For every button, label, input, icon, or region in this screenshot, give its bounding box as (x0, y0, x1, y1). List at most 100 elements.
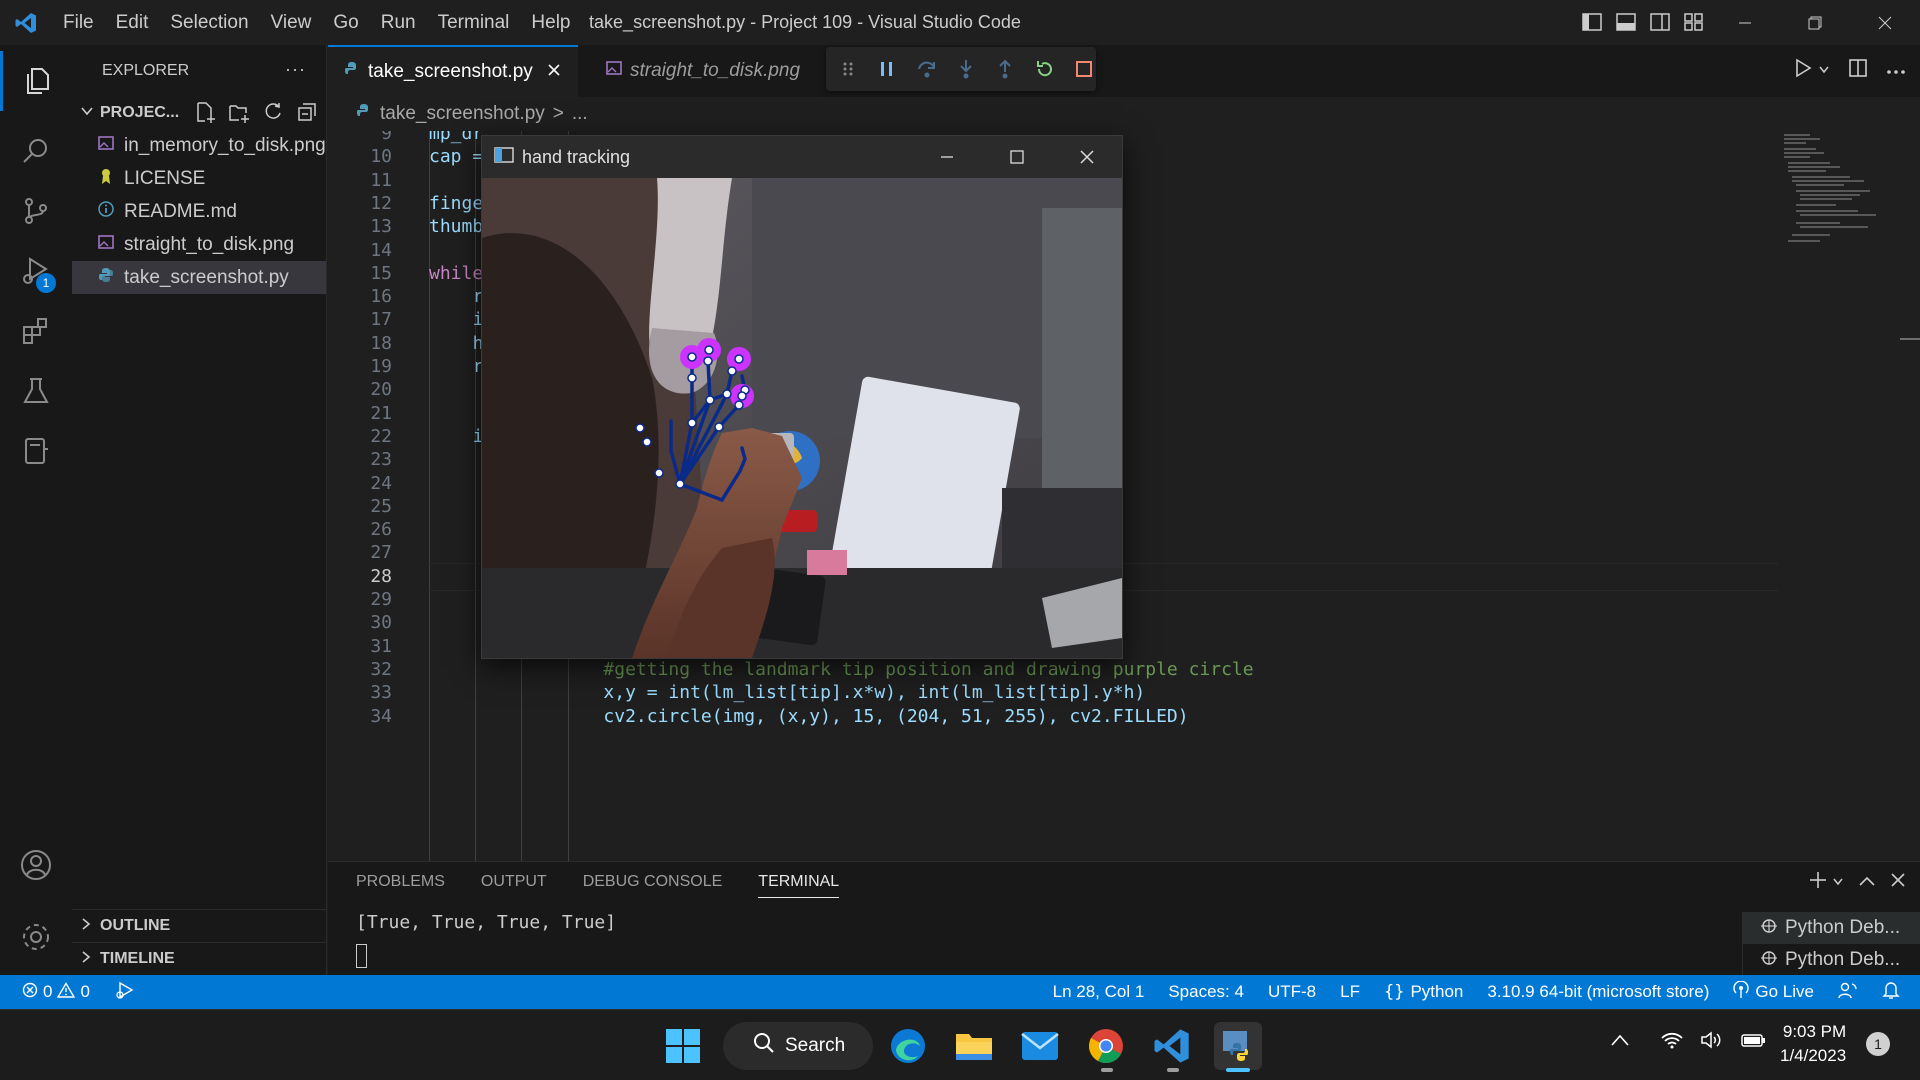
tab-straight-to-disk[interactable]: straight_to_disk.png (590, 45, 818, 97)
cursor-position[interactable]: Ln 28, Col 1 (1053, 982, 1145, 1002)
taskbar-search[interactable]: Search (723, 1022, 873, 1070)
maximize-panel-icon[interactable] (1858, 874, 1876, 892)
chrome-browser-icon[interactable] (1082, 1022, 1130, 1070)
windows-start-icon[interactable] (659, 1022, 707, 1070)
restart-icon[interactable] (1033, 57, 1056, 81)
testing-icon[interactable] (0, 361, 72, 421)
timeline-section[interactable]: TIMELINE (72, 942, 327, 975)
encoding[interactable]: UTF-8 (1268, 982, 1316, 1002)
menu-view[interactable]: View (260, 0, 323, 45)
tab-output[interactable]: OUTPUT (481, 867, 547, 897)
file-label: in_memory_to_disk.png (124, 134, 326, 156)
close-panel-icon[interactable] (1890, 872, 1906, 893)
drag-handle-icon[interactable] (836, 57, 859, 81)
maximize-icon[interactable] (982, 136, 1052, 178)
close-icon[interactable] (1850, 0, 1920, 45)
tab-take-screenshot[interactable]: take_screenshot.py (328, 45, 578, 97)
terminal-output[interactable]: [True, True, True, True] (356, 912, 616, 933)
tab-terminal[interactable]: TERMINAL (758, 867, 840, 898)
file-item[interactable]: straight_to_disk.png (72, 228, 326, 261)
outline-section[interactable]: OUTLINE (72, 909, 327, 942)
minimize-icon[interactable] (1710, 0, 1780, 45)
vscode-taskbar-icon[interactable] (1148, 1022, 1196, 1070)
collapse-all-icon[interactable] (296, 101, 318, 128)
minimap[interactable] (1780, 131, 1900, 271)
stop-icon[interactable] (1073, 57, 1096, 81)
python-interpreter[interactable]: 3.10.9 64-bit (microsoft store) (1487, 982, 1709, 1002)
breadcrumb-symbol[interactable]: ... (572, 103, 588, 125)
feedback-icon[interactable] (1838, 981, 1858, 1004)
file-explorer-icon[interactable] (950, 1022, 998, 1070)
breadcrumb-file[interactable]: take_screenshot.py (380, 103, 545, 125)
new-folder-icon[interactable] (228, 101, 250, 128)
menu-terminal[interactable]: Terminal (427, 0, 521, 45)
end-of-line[interactable]: LF (1340, 982, 1360, 1002)
running-indicator (1101, 1068, 1113, 1072)
language-mode[interactable]: {} Python (1384, 982, 1463, 1002)
tab-close-icon[interactable] (547, 61, 561, 83)
chevron-down-icon[interactable] (1832, 874, 1844, 892)
menu-run[interactable]: Run (370, 0, 427, 45)
new-file-icon[interactable] (194, 101, 216, 128)
menu-help[interactable]: Help (520, 0, 581, 45)
explorer-icon[interactable] (0, 51, 72, 111)
python-app-icon[interactable] (1214, 1022, 1262, 1070)
volume-icon[interactable] (1700, 1030, 1724, 1055)
menu-file[interactable]: File (52, 0, 105, 45)
pause-icon[interactable] (875, 57, 898, 81)
terminal-instance[interactable]: Python Deb... (1743, 912, 1920, 944)
debug-toolbar (826, 47, 1096, 91)
toggle-secondary-sidebar-icon[interactable] (1648, 10, 1672, 34)
terminal-instance[interactable]: Python Deb... (1743, 944, 1920, 976)
debug-status-icon[interactable] (114, 981, 136, 1004)
mail-icon[interactable] (1016, 1022, 1064, 1070)
step-into-icon[interactable] (954, 57, 977, 81)
customize-layout-icon[interactable] (1682, 10, 1706, 34)
refresh-icon[interactable] (262, 101, 284, 128)
menu-go[interactable]: Go (322, 0, 369, 45)
minimize-icon[interactable] (912, 136, 982, 178)
indentation[interactable]: Spaces: 4 (1168, 982, 1244, 1002)
restore-icon[interactable] (1780, 0, 1850, 45)
split-editor-icon[interactable] (1848, 58, 1868, 83)
problems-status[interactable]: 0 0 (22, 981, 90, 1003)
run-icon[interactable] (1794, 58, 1812, 83)
file-item[interactable]: LICENSE (72, 162, 326, 195)
accounts-icon[interactable] (0, 835, 72, 895)
search-icon[interactable] (0, 121, 72, 181)
file-item[interactable]: README.md (72, 195, 326, 228)
menu-edit[interactable]: Edit (105, 0, 160, 45)
notification-count-badge[interactable]: 1 (1866, 1032, 1890, 1056)
remote-explorer-icon[interactable] (0, 421, 72, 481)
vertical-scrollbar[interactable] (1900, 338, 1920, 340)
toggle-sidebar-icon[interactable] (1580, 10, 1604, 34)
close-icon[interactable] (1052, 136, 1122, 178)
explorer-title: EXPLORER (102, 62, 190, 79)
new-terminal-plus-icon[interactable] (1808, 870, 1828, 895)
tab-problems[interactable]: PROBLEMS (356, 867, 445, 897)
notifications-bell-icon[interactable] (1882, 980, 1900, 1005)
edge-browser-icon[interactable] (884, 1022, 932, 1070)
tab-debug-console[interactable]: DEBUG CONSOLE (583, 867, 723, 897)
step-over-icon[interactable] (915, 57, 938, 81)
go-live-button[interactable]: Go Live (1733, 979, 1814, 1004)
chevron-down-icon[interactable] (1818, 62, 1830, 80)
battery-icon[interactable] (1740, 1032, 1766, 1053)
file-item[interactable]: in_memory_to_disk.png (72, 129, 326, 162)
step-out-icon[interactable] (994, 57, 1017, 81)
run-debug-icon[interactable]: 1 (0, 241, 72, 301)
chevron-up-icon[interactable] (1610, 1033, 1630, 1052)
more-actions-icon[interactable]: ··· (285, 59, 306, 80)
hand-tracking-window[interactable]: hand tracking (481, 135, 1123, 659)
wifi-icon[interactable] (1660, 1030, 1684, 1055)
source-control-icon[interactable] (0, 181, 72, 241)
file-item-selected[interactable]: take_screenshot.py (72, 261, 326, 294)
menu-selection[interactable]: Selection (159, 0, 259, 45)
toggle-panel-icon[interactable] (1614, 10, 1638, 34)
extensions-icon[interactable] (0, 301, 72, 361)
hand-tracking-titlebar[interactable]: hand tracking (482, 136, 1122, 178)
system-clock[interactable]: 9:03 PM 1/4/2023 (1780, 1020, 1846, 1068)
project-folder-header[interactable]: PROJEC... (72, 97, 326, 129)
settings-gear-icon[interactable] (0, 907, 72, 967)
more-actions-icon[interactable] (1886, 62, 1906, 80)
